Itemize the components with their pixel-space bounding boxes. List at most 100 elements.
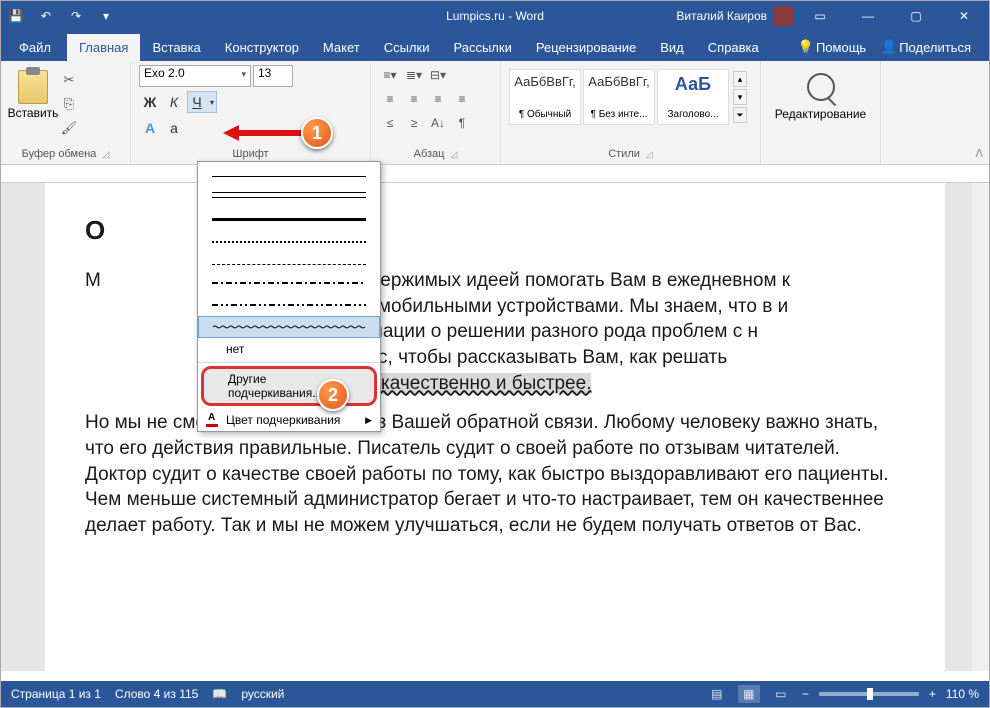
qat-more-icon[interactable]: ▾ (95, 5, 117, 27)
collapse-ribbon-icon[interactable]: ᐱ (975, 147, 983, 160)
zoom-out-icon[interactable]: − (802, 687, 809, 701)
underline-wavy[interactable] (198, 316, 380, 338)
title-bar: 💾 ↶ ↷ ▾ Lumpics.ru - Word Виталий Каиров… (1, 1, 989, 31)
styles-more-icon[interactable]: ⏷ (733, 107, 747, 123)
underline-button[interactable]: Ч (187, 91, 217, 113)
share-icon: 👤 (881, 39, 897, 55)
print-layout-icon[interactable]: ▦ (738, 685, 760, 703)
underline-dot-dot-dash[interactable] (198, 294, 380, 316)
underline-dotted[interactable] (198, 228, 380, 250)
callout-1: 1 (301, 117, 333, 149)
status-words[interactable]: Слово 4 из 115 (115, 687, 198, 701)
group-styles-label: Стили (608, 148, 640, 160)
styles-down-icon[interactable]: ▾ (733, 89, 747, 105)
read-mode-icon[interactable]: ▤ (706, 685, 728, 703)
document-area: О Мxxxxxxxxxxxxxxxxxxxxxxxтов, одержимых… (1, 183, 989, 671)
page[interactable]: О Мxxxxxxxxxxxxxxxxxxxxxxxтов, одержимых… (45, 183, 945, 671)
ribbon-options-icon[interactable]: ▭ (799, 1, 841, 31)
redo-icon[interactable]: ↷ (65, 5, 87, 27)
tab-review[interactable]: Рецензирование (524, 34, 648, 61)
underline-dashed[interactable] (198, 250, 380, 272)
align-right-icon[interactable]: ≡ (427, 89, 449, 109)
ruler[interactable] (1, 165, 989, 183)
copy-icon[interactable]: ⎘ (59, 95, 79, 113)
status-page[interactable]: Страница 1 из 1 (11, 687, 101, 701)
tab-help[interactable]: Справка (696, 34, 771, 61)
increase-indent-icon[interactable]: ≥ (403, 113, 425, 133)
zoom-level[interactable]: 110 % (946, 687, 979, 701)
tellme-icon: 💡 (798, 39, 814, 55)
ribbon: Вставить ✂ ⎘ 🖌 Буфер обмена◿ Exo 2.0 13 … (1, 61, 989, 165)
tab-mailings[interactable]: Рассылки (441, 34, 523, 61)
more-underlines[interactable]: Другие подчеркивания... (201, 366, 377, 406)
user-name[interactable]: Виталий Каиров (676, 9, 767, 23)
align-left-icon[interactable]: ≡ (379, 89, 401, 109)
paragraph-launcher[interactable]: ◿ (450, 149, 457, 160)
italic-button[interactable]: К (163, 91, 185, 113)
group-clipboard-label: Буфер обмена (22, 148, 97, 160)
tab-view[interactable]: Вид (648, 34, 696, 61)
window-title: Lumpics.ru - Word (446, 9, 544, 23)
autosave-icon[interactable]: 💾 (5, 5, 27, 27)
maximize-icon[interactable]: ▢ (895, 1, 937, 31)
underline-single[interactable] (198, 162, 380, 184)
annotation-arrow-1 (223, 125, 303, 141)
format-painter-icon[interactable]: 🖌 (59, 119, 79, 137)
editing-button[interactable]: Редактирование (769, 107, 872, 121)
ribbon-tabs: Файл Главная Вставка Конструктор Макет С… (1, 31, 989, 61)
font-name-combo[interactable]: Exo 2.0 (139, 65, 251, 87)
web-layout-icon[interactable]: ▭ (770, 685, 792, 703)
callout-2: 2 (317, 379, 349, 411)
tab-tellme[interactable]: Помощь (816, 40, 866, 55)
align-justify-icon[interactable]: ≡ (451, 89, 473, 109)
font-size-combo[interactable]: 13 (253, 65, 293, 87)
tab-references[interactable]: Ссылки (372, 34, 442, 61)
undo-icon[interactable]: ↶ (35, 5, 57, 27)
style-heading1[interactable]: АаБ Заголово... (657, 69, 729, 125)
text-effects-icon[interactable]: A (139, 117, 161, 139)
tab-insert[interactable]: Вставка (140, 34, 212, 61)
tab-layout[interactable]: Макет (311, 34, 372, 61)
style-no-spacing[interactable]: АаБбВвГг, ¶ Без инте... (583, 69, 655, 125)
show-marks-icon[interactable]: ¶ (451, 113, 473, 133)
chevron-right-icon: ▶ (365, 415, 372, 426)
multilevel-icon[interactable]: ⊟▾ (427, 65, 449, 85)
user-avatar[interactable] (773, 6, 793, 26)
close-icon[interactable]: ✕ (943, 1, 985, 31)
styles-up-icon[interactable]: ▴ (733, 71, 747, 87)
clipboard-icon (18, 70, 48, 104)
underline-thick[interactable] (198, 206, 380, 228)
numbering-icon[interactable]: ≣▾ (403, 65, 425, 85)
zoom-in-icon[interactable]: + (929, 687, 936, 701)
bullets-icon[interactable]: ≡▾ (379, 65, 401, 85)
vertical-scrollbar[interactable] (972, 183, 989, 671)
status-language[interactable]: русский (241, 687, 284, 701)
tab-file[interactable]: Файл (7, 34, 67, 61)
minimize-icon[interactable]: — (847, 1, 889, 31)
sort-icon[interactable]: A↓ (427, 113, 449, 133)
tab-share[interactable]: Поделиться (899, 40, 971, 55)
underline-color-icon (206, 415, 218, 425)
decrease-indent-icon[interactable]: ≤ (379, 113, 401, 133)
tab-home[interactable]: Главная (67, 34, 140, 61)
find-icon[interactable] (807, 73, 835, 101)
spell-check-icon[interactable]: 📖 (212, 687, 227, 701)
status-bar: Страница 1 из 1 Слово 4 из 115 📖 русский… (1, 681, 989, 707)
styles-launcher[interactable]: ◿ (646, 149, 653, 160)
underline-dot-dash[interactable] (198, 272, 380, 294)
group-font-label: Шрифт (232, 148, 268, 160)
underline-none[interactable]: нет (198, 338, 380, 360)
underline-dropdown: нет Другие подчеркивания... Цвет подчерк… (197, 161, 381, 432)
group-paragraph-label: Абзац (414, 148, 445, 160)
highlight-icon[interactable]: a (163, 117, 185, 139)
cut-icon[interactable]: ✂ (59, 71, 79, 89)
paste-button[interactable]: Вставить (9, 65, 57, 125)
bold-button[interactable]: Ж (139, 91, 161, 113)
align-center-icon[interactable]: ≡ (403, 89, 425, 109)
style-normal[interactable]: АаБбВвГг, ¶ Обычный (509, 69, 581, 125)
underline-double[interactable] (198, 184, 380, 206)
clipboard-launcher[interactable]: ◿ (102, 149, 109, 160)
zoom-slider[interactable] (819, 692, 919, 696)
underline-color[interactable]: Цвет подчеркивания ▶ (198, 409, 380, 431)
tab-design[interactable]: Конструктор (213, 34, 311, 61)
